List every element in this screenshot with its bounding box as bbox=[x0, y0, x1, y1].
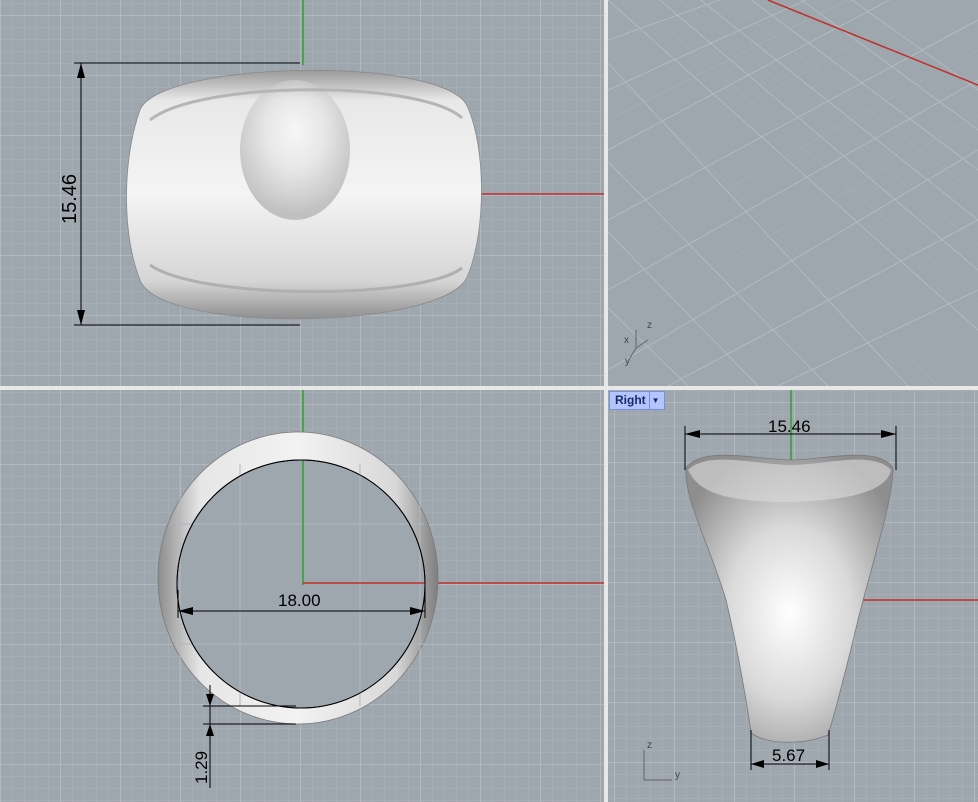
dim-arrow-bottom bbox=[77, 310, 85, 325]
axis-label-y: y bbox=[675, 770, 680, 781]
dim-arrow-thickness-top bbox=[206, 694, 214, 706]
axis-label-z: z bbox=[647, 320, 652, 331]
dim-text-width: 15.46 bbox=[768, 417, 811, 436]
dim-text-thickness: 1.29 bbox=[192, 751, 211, 784]
axis-label-y: y bbox=[625, 356, 630, 367]
viewport-splitter-horizontal[interactable] bbox=[0, 386, 978, 390]
axis-label-x: x bbox=[624, 335, 629, 346]
viewport-title-label: Right bbox=[615, 393, 646, 407]
dim-arrow-top bbox=[77, 63, 85, 78]
right-view-canvas: 15.46 5.67 z y bbox=[643, 390, 978, 781]
perspective-grid bbox=[608, 0, 978, 386]
viewport-title-tab[interactable]: Right ▼ bbox=[609, 391, 665, 410]
dim-arrow-bottom-left bbox=[751, 760, 764, 768]
axis-label-z: z bbox=[647, 740, 652, 751]
dim-text-bottom: 5.67 bbox=[772, 746, 805, 765]
axis-gizmo: z y bbox=[643, 740, 680, 781]
ring-inner-hole bbox=[176, 459, 426, 709]
front-view-canvas: 18.00 1.29 bbox=[157, 390, 604, 788]
top-view-canvas: 15.46 bbox=[59, 0, 604, 326]
dim-arrow-thickness-bottom bbox=[206, 724, 214, 736]
dim-arrow-bottom-right bbox=[816, 760, 829, 768]
dim-arrow-left bbox=[685, 430, 700, 438]
dim-text-diameter: 18.00 bbox=[278, 591, 321, 610]
perspective-minor-grid bbox=[608, 0, 978, 386]
viewport-front[interactable]: 18.00 1.29 bbox=[0, 390, 604, 802]
ring-top-highlight bbox=[240, 80, 350, 220]
x-axis-line bbox=[767, 0, 978, 86]
viewport-right[interactable]: 15.46 5.67 z y Right ▼ bbox=[608, 390, 978, 802]
viewport-splitter-vertical[interactable] bbox=[604, 0, 608, 802]
dim-text-height: 15.46 bbox=[59, 174, 81, 224]
viewport-top[interactable]: 15.46 bbox=[0, 0, 604, 386]
viewport-menu-dropdown-icon[interactable]: ▼ bbox=[648, 392, 660, 409]
perspective-canvas: x y z bbox=[608, 0, 978, 386]
dim-arrow-right bbox=[881, 430, 896, 438]
viewport-perspective[interactable]: x y z bbox=[608, 0, 978, 386]
